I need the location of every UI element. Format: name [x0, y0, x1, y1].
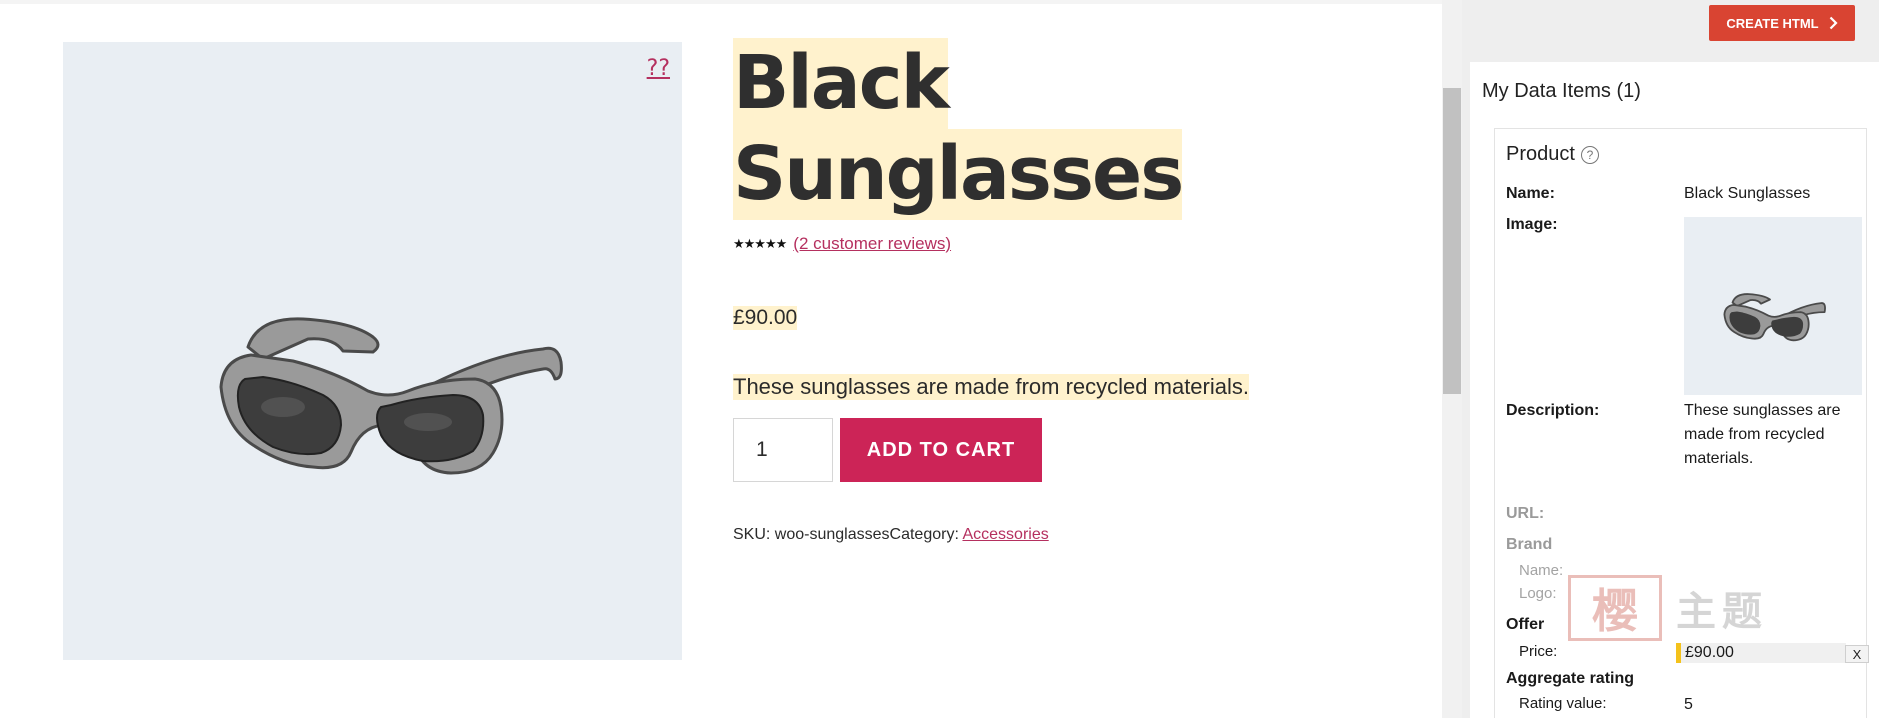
rating-row: ★★★★★ (2 customer reviews) — [733, 234, 1413, 254]
image-label: Image: — [1506, 216, 1558, 233]
panel-body: My Data Items (1) Product ? Name: Black … — [1470, 62, 1879, 718]
product-price: £90.00 — [733, 306, 798, 330]
brand-logo-label: Logo: — [1519, 585, 1557, 602]
customer-reviews-link[interactable]: (2 customer reviews) — [793, 234, 951, 254]
description-value: These sunglasses are made from recycled … — [1684, 402, 1841, 467]
description-label: Description: — [1506, 402, 1600, 419]
star-rating-icon: ★★★★★ — [733, 236, 787, 251]
page-scrollbar-thumb[interactable] — [1443, 88, 1461, 394]
quantity-input[interactable] — [733, 418, 833, 482]
create-html-label: CREATE HTML — [1726, 15, 1819, 31]
product-gallery[interactable]: ?? — [63, 42, 682, 660]
brand-name-label: Name: — [1519, 562, 1564, 579]
sunglasses-image — [219, 317, 563, 475]
sku-value: woo-sunglasses — [774, 526, 890, 543]
product-title-line-1: Black — [733, 38, 950, 129]
offer-label: Offer — [1506, 616, 1545, 633]
help-icon[interactable]: ? — [1580, 145, 1599, 164]
name-value: Black Sunglasses — [1684, 185, 1811, 202]
brand-label: Brand — [1506, 536, 1553, 553]
product-data-card: Product ? Name: Black Sunglasses Image: — [1494, 128, 1867, 718]
add-to-cart-button[interactable]: ADD TO CART — [840, 418, 1042, 482]
data-extension-panel: CREATE HTML My Data Items (1) Product ? … — [1462, 0, 1879, 718]
add-to-cart-form: ADD TO CART — [733, 418, 1413, 482]
product-page: ?? Black Sunglasses ★★★★★ (2 customer re… — [0, 0, 1444, 718]
offer-price-label: Price: — [1519, 643, 1558, 660]
name-label: Name: — [1506, 185, 1555, 202]
rating-value: 5 — [1684, 696, 1693, 713]
url-label: URL: — [1506, 505, 1545, 522]
rating-value-label: Rating value: — [1519, 695, 1607, 712]
close-icon[interactable]: X — [1845, 645, 1869, 663]
card-title: Product ? — [1506, 143, 1599, 166]
aggregate-rating-label: Aggregate rating — [1506, 670, 1635, 687]
product-summary: Black Sunglasses ★★★★★ (2 customer revie… — [733, 38, 1413, 544]
page-scrollbar[interactable] — [1442, 0, 1462, 718]
sku-label: SKU: — [733, 526, 771, 543]
gallery-zoom-link[interactable]: ?? — [647, 56, 670, 81]
create-html-button[interactable]: CREATE HTML — [1709, 5, 1855, 41]
offer-price-value: £90.00 — [1676, 643, 1846, 663]
category-label: Category: — [889, 526, 959, 543]
product-meta: SKU: woo-sunglassesCategory: Accessories — [733, 526, 1413, 544]
top-divider — [0, 0, 1444, 4]
sunglasses-thumbnail-icon — [1723, 293, 1826, 342]
category-link[interactable]: Accessories — [962, 526, 1048, 543]
product-title-line-2: Sunglasses — [733, 129, 1184, 220]
card-title-text: Product — [1506, 143, 1575, 165]
product-image-thumbnail — [1684, 217, 1862, 395]
product-description: These sunglasses are made from recycled … — [733, 374, 1249, 400]
data-items-heading: My Data Items (1) — [1482, 80, 1641, 102]
chevron-right-icon — [1829, 16, 1838, 30]
